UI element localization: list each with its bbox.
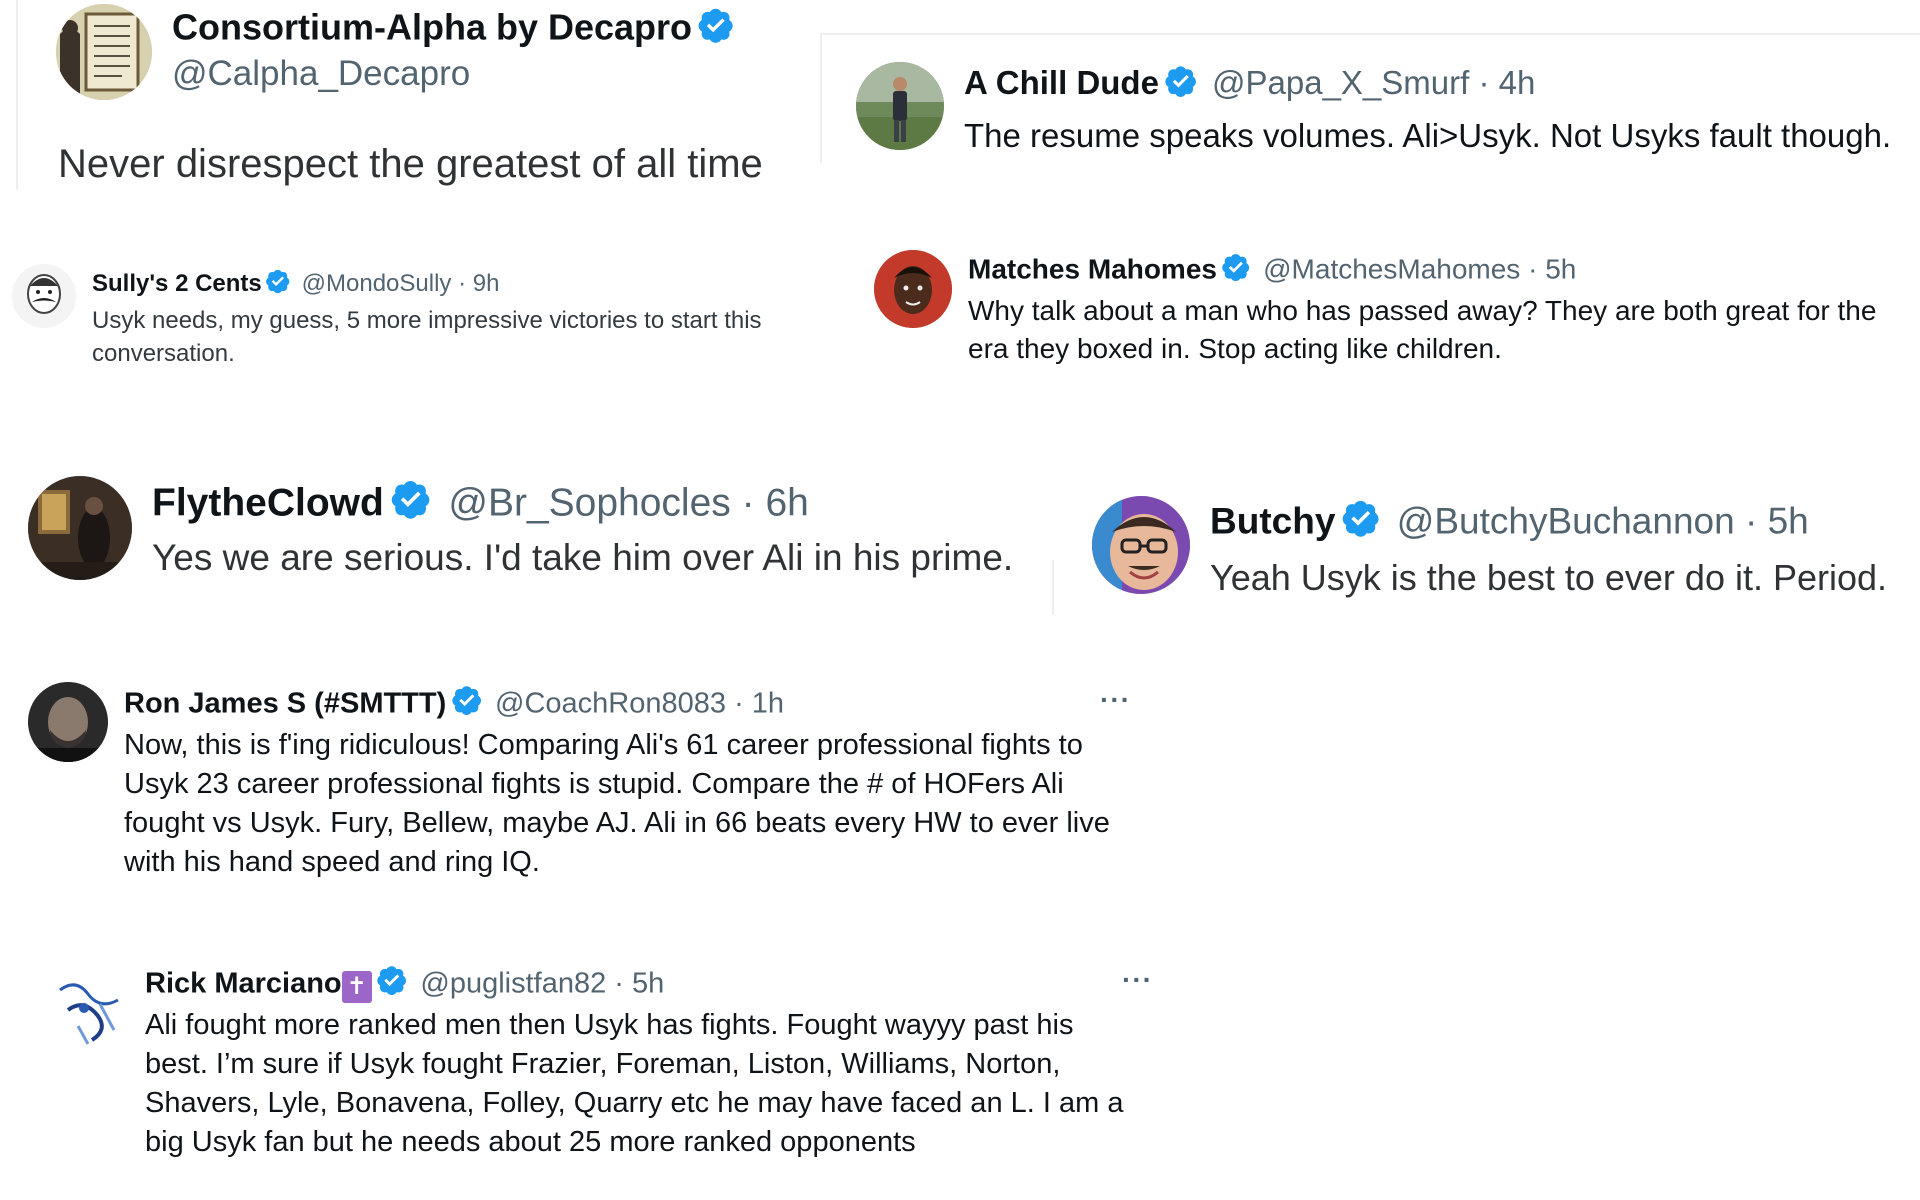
tweet-text-line: Why talk about a man who has passed away… bbox=[968, 295, 1877, 326]
tweet-text-line: big Usyk fan but he needs about 25 more … bbox=[145, 1126, 916, 1158]
bald-man-icon bbox=[28, 682, 108, 762]
handle[interactable]: @Papa_X_Smurf bbox=[1212, 64, 1469, 101]
verified-badge-icon bbox=[390, 478, 432, 520]
timestamp[interactable]: · 5h bbox=[1745, 501, 1809, 542]
smiling-face-glasses-icon bbox=[1092, 496, 1190, 594]
display-name[interactable]: Butchy bbox=[1210, 501, 1335, 542]
dark-painting-icon bbox=[28, 476, 132, 580]
tweet-text: Never disrespect the greatest of all tim… bbox=[58, 142, 763, 186]
timestamp[interactable]: · 1h bbox=[734, 688, 784, 720]
verified-badge-icon bbox=[376, 964, 408, 996]
avatar[interactable] bbox=[856, 62, 944, 150]
tweet-text-line: Usyk needs, my guess, 5 more impressive … bbox=[92, 307, 762, 334]
tweet-text: Now, this is f'ing ridiculous! Comparing… bbox=[124, 726, 1110, 882]
tweet-text-line: Shavers, Lyle, Bonavena, Folley, Quarry … bbox=[145, 1087, 1124, 1119]
timestamp[interactable]: · 4h bbox=[1478, 64, 1535, 101]
person-outdoors-icon bbox=[856, 62, 944, 150]
handle[interactable]: @MondoSully bbox=[302, 270, 452, 297]
framed-document-icon bbox=[56, 4, 152, 100]
verified-badge-icon bbox=[697, 6, 735, 44]
man-portrait-icon bbox=[874, 250, 952, 328]
tweet-text-line: best. I’m sure if Usyk fought Frazier, F… bbox=[145, 1048, 1061, 1080]
handle[interactable]: @Calpha_Decapro bbox=[172, 54, 470, 94]
tweet-rick-marciano[interactable]: Rick Marciano ✝ @puglistfan82 · 5h ··· Al… bbox=[0, 950, 1180, 1190]
verified-badge-icon bbox=[1164, 64, 1198, 98]
display-name[interactable]: Consortium-Alpha by Decapro bbox=[172, 7, 692, 48]
avatar[interactable] bbox=[12, 264, 76, 328]
verified-badge-icon bbox=[1341, 498, 1381, 538]
display-name[interactable]: Matches Mahomes bbox=[968, 254, 1217, 285]
tweet-text-line: era they boxed in. Stop acting like chil… bbox=[968, 333, 1502, 364]
display-name[interactable]: Rick Marciano bbox=[145, 968, 342, 1000]
handle[interactable]: @MatchesMahomes bbox=[1263, 254, 1520, 285]
crop-edge bbox=[822, 33, 1920, 35]
avatar[interactable] bbox=[28, 682, 108, 762]
tweet-ron-james[interactable]: Ron James S (#SMTTT) @CoachRon8083 · 1h … bbox=[0, 670, 1160, 890]
tweet-flytheclowd[interactable]: FlytheClowd @Br_Sophocles · 6h Yes we ar… bbox=[0, 460, 1060, 610]
mustache-cartoon-icon bbox=[12, 264, 76, 328]
crop-edge bbox=[820, 33, 822, 163]
tweet-text-line: fought vs Usyk. Fury, Bellew, maybe AJ. … bbox=[124, 807, 1110, 839]
avatar[interactable] bbox=[48, 970, 130, 1052]
tweet-a-chill-dude[interactable]: A Chill Dude @Papa_X_Smurf · 4h The resu… bbox=[840, 40, 1920, 170]
tweet-text-line: Now, this is f'ing ridiculous! Comparing… bbox=[124, 729, 1083, 761]
tweet-text: Yeah Usyk is the best to ever do it. Per… bbox=[1210, 557, 1888, 598]
tweet-text: Why talk about a man who has passed away… bbox=[968, 292, 1876, 368]
display-name[interactable]: Ron James S (#SMTTT) bbox=[124, 688, 446, 720]
cross-emoji-icon: ✝ bbox=[341, 970, 372, 1003]
avatar[interactable] bbox=[28, 476, 132, 580]
verified-badge-icon bbox=[451, 684, 483, 716]
tweet-butchy[interactable]: Butchy @ButchyBuchannon · 5h Yeah Usyk i… bbox=[1080, 480, 1920, 610]
more-options-button[interactable]: ··· bbox=[1100, 684, 1131, 716]
avatar[interactable] bbox=[874, 250, 952, 328]
tweet-sullys-2-cents[interactable]: Sully's 2 Cents @MondoSully · 9h Usyk ne… bbox=[0, 250, 840, 390]
avatar[interactable] bbox=[1092, 496, 1190, 594]
tweet-matches-mahomes[interactable]: Matches Mahomes @MatchesMahomes · 5h Why… bbox=[860, 240, 1920, 380]
tweet-text: The resume speaks volumes. Ali>Usyk. Not… bbox=[964, 117, 1892, 154]
tweet-consortium-alpha[interactable]: Consortium-Alpha by Decapro @Calpha_Deca… bbox=[0, 0, 820, 200]
verified-badge-icon bbox=[1221, 252, 1251, 282]
handle[interactable]: @Br_Sophocles bbox=[448, 481, 730, 524]
avatar[interactable] bbox=[56, 4, 152, 100]
handle[interactable]: @CoachRon8083 bbox=[495, 688, 726, 720]
timestamp[interactable]: · 5h bbox=[614, 968, 664, 1000]
display-name[interactable]: Sully's 2 Cents bbox=[92, 270, 262, 297]
display-name[interactable]: A Chill Dude bbox=[964, 64, 1159, 101]
display-name[interactable]: FlytheClowd bbox=[152, 481, 384, 524]
timestamp[interactable]: · 9h bbox=[458, 270, 499, 297]
handle[interactable]: @puglistfan82 bbox=[420, 968, 606, 1000]
timestamp[interactable]: · 5h bbox=[1528, 254, 1576, 285]
tweet-text-line: conversation. bbox=[92, 340, 235, 367]
tweet-text: Yes we are serious. I'd take him over Al… bbox=[152, 537, 1014, 578]
blue-sketch-icon bbox=[48, 970, 130, 1052]
more-options-button[interactable]: ··· bbox=[1122, 964, 1153, 996]
tweet-text: Ali fought more ranked men then Usyk has… bbox=[145, 1006, 1123, 1162]
tweet-text: Usyk needs, my guess, 5 more impressive … bbox=[92, 304, 762, 370]
handle[interactable]: @ButchyBuchannon bbox=[1397, 501, 1735, 542]
tweet-text-line: with his hand speed and ring IQ. bbox=[124, 846, 540, 878]
timestamp[interactable]: · 6h bbox=[742, 481, 809, 524]
tweet-text-line: Usyk 23 career professional fights is st… bbox=[124, 768, 1064, 800]
tweet-text-line: Ali fought more ranked men then Usyk has… bbox=[145, 1009, 1074, 1041]
verified-badge-icon bbox=[265, 268, 291, 294]
